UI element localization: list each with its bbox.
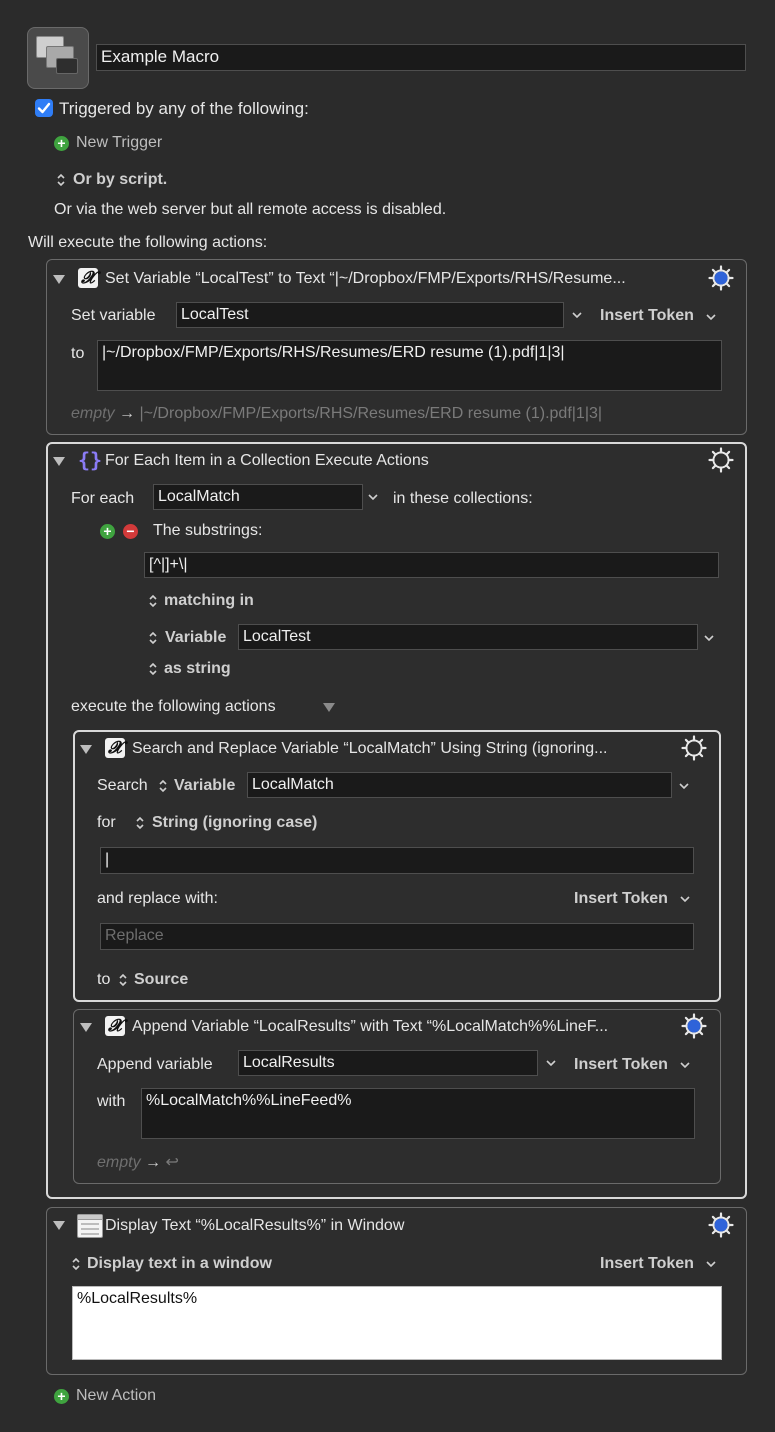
chevron-down-icon[interactable]	[680, 1061, 690, 1069]
result-preview: empty → |~/Dropbox/FMP/Exports/RHS/Resum…	[71, 404, 602, 424]
search-variable-popup[interactable]: Variable	[174, 776, 235, 796]
display-mode-popup[interactable]: Display text in a window	[87, 1254, 272, 1274]
chevron-down-icon[interactable]	[546, 1059, 556, 1067]
arrow-right-icon: →	[145, 1154, 162, 1171]
macro-name-field[interactable]: Example Macro	[96, 44, 746, 71]
chevron-down-icon[interactable]	[680, 895, 690, 903]
action-title: Append Variable “LocalResults” with Text…	[132, 1018, 609, 1035]
display-text-field[interactable]: %LocalResults%	[72, 1286, 722, 1360]
for-label: for	[97, 814, 116, 831]
matching-in-popup[interactable]: matching in	[164, 591, 254, 611]
result-value: |~/Dropbox/FMP/Exports/RHS/Resumes/ERD r…	[139, 405, 603, 422]
will-execute-label: Will execute the following actions:	[28, 234, 268, 251]
substrings-label: The substrings:	[153, 522, 263, 539]
search-for-field[interactable]: |	[100, 847, 694, 874]
source-variable-field[interactable]: LocalTest	[238, 624, 698, 650]
set-variable-label: Set variable	[71, 307, 156, 324]
variable-x-icon: 𝓧	[105, 1016, 125, 1036]
macro-icon[interactable]	[27, 27, 89, 89]
variable-name-field[interactable]: LocalTest	[176, 302, 564, 328]
insert-token-button[interactable]: Insert Token	[600, 1254, 694, 1274]
add-collection-icon[interactable]: +	[100, 524, 115, 539]
variable-updown-icon[interactable]	[149, 631, 157, 645]
checkmark-icon	[37, 102, 51, 114]
collapse-triangle-icon[interactable]	[80, 1023, 92, 1032]
add-action-icon[interactable]: +	[54, 1389, 69, 1404]
gear-icon[interactable]	[681, 735, 707, 761]
search-label: Search	[97, 777, 148, 794]
to-label: to	[97, 971, 111, 988]
destination-popup[interactable]: Source	[134, 970, 188, 990]
chevron-down-icon[interactable]	[704, 634, 714, 642]
chevron-down-icon[interactable]	[572, 311, 582, 319]
as-string-updown-icon[interactable]	[149, 662, 157, 676]
new-trigger-button[interactable]: New Trigger	[76, 133, 162, 153]
variable-updown-icon[interactable]	[159, 779, 167, 793]
collapse-triangle-icon[interactable]	[323, 703, 335, 712]
regex-field[interactable]: [^|]+\|	[144, 552, 719, 578]
or-by-script-updown-icon[interactable]	[57, 173, 65, 187]
chevron-down-icon[interactable]	[706, 313, 716, 321]
collapse-triangle-icon[interactable]	[53, 457, 65, 466]
action-title: Search and Replace Variable “LocalMatch”…	[132, 740, 608, 757]
triggered-checkbox[interactable]	[35, 99, 53, 117]
action-title: Display Text “%LocalResults%” in Window	[105, 1217, 405, 1234]
add-trigger-icon[interactable]: +	[54, 136, 69, 151]
chevron-down-icon[interactable]	[679, 782, 689, 790]
action-title: For Each Item in a Collection Execute Ac…	[105, 452, 429, 469]
variable-source-popup[interactable]: Variable	[165, 628, 226, 648]
gear-icon[interactable]	[708, 265, 734, 291]
search-mode-popup[interactable]: String (ignoring case)	[152, 813, 317, 833]
collapse-triangle-icon[interactable]	[53, 1221, 65, 1230]
replace-field[interactable]: Replace	[100, 923, 694, 950]
append-text-field[interactable]: %LocalMatch%%LineFeed%	[141, 1088, 695, 1139]
append-variable-field[interactable]: LocalResults	[238, 1050, 538, 1076]
result-preview: empty → ↩	[97, 1153, 179, 1173]
new-action-button[interactable]: New Action	[76, 1386, 156, 1406]
matching-in-updown-icon[interactable]	[149, 594, 157, 608]
triggered-label: Triggered by any of the following:	[59, 99, 309, 118]
collapse-triangle-icon[interactable]	[53, 275, 65, 284]
gear-icon[interactable]	[708, 1212, 734, 1238]
or-by-script-toggle[interactable]: Or by script.	[73, 170, 167, 190]
in-collections-label: in these collections:	[393, 490, 533, 507]
for-each-label: For each	[71, 490, 135, 507]
insert-token-button[interactable]: Insert Token	[574, 1055, 668, 1075]
display-mode-updown-icon[interactable]	[72, 1257, 80, 1271]
loop-variable-field[interactable]: LocalMatch	[153, 484, 363, 510]
braces-icon: {}	[78, 448, 103, 472]
variable-x-icon: 𝓧	[78, 268, 98, 288]
replace-with-label: and replace with:	[97, 890, 218, 907]
chevron-down-icon[interactable]	[706, 1260, 716, 1268]
gear-icon[interactable]	[708, 447, 734, 473]
append-variable-label: Append variable	[97, 1056, 213, 1073]
chevron-down-icon[interactable]	[368, 493, 378, 501]
destination-updown-icon[interactable]	[119, 973, 127, 987]
gear-icon[interactable]	[681, 1013, 707, 1039]
text-value-field[interactable]: |~/Dropbox/FMP/Exports/RHS/Resumes/ERD r…	[97, 340, 722, 391]
web-server-note: Or via the web server but all remote acc…	[54, 201, 447, 218]
mode-updown-icon[interactable]	[136, 816, 144, 830]
return-icon: ↩	[165, 1154, 179, 1171]
remove-collection-icon[interactable]: −	[123, 524, 138, 539]
action-title: Set Variable “LocalTest” to Text “|~/Dro…	[105, 270, 626, 287]
window-icon	[77, 1214, 103, 1238]
as-string-popup[interactable]: as string	[164, 659, 231, 679]
with-label: with	[97, 1093, 126, 1110]
arrow-right-icon: →	[119, 405, 136, 422]
execute-following-label: execute the following actions	[71, 698, 276, 715]
result-empty-label: empty	[97, 1154, 141, 1171]
insert-token-button[interactable]: Insert Token	[574, 889, 668, 909]
result-empty-label: empty	[71, 405, 115, 422]
insert-token-button[interactable]: Insert Token	[600, 306, 694, 326]
search-variable-field[interactable]: LocalMatch	[247, 772, 672, 798]
collapse-triangle-icon[interactable]	[80, 745, 92, 754]
variable-x-icon: 𝓧	[105, 738, 125, 758]
to-label: to	[71, 345, 85, 362]
